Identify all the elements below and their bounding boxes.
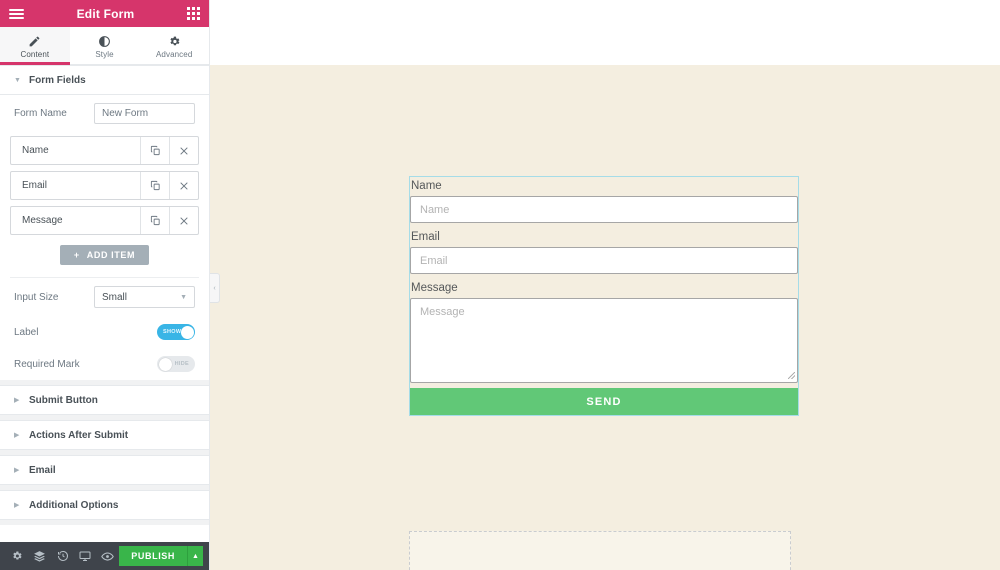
copy-icon[interactable] <box>140 137 169 164</box>
pencil-icon <box>28 35 41 48</box>
textarea-wrap <box>410 298 798 383</box>
label-toggle-switch[interactable]: SHOW <box>157 324 195 340</box>
toggle-knob <box>158 357 172 371</box>
panel-body: ▼ Form Fields Form Name Name <box>0 65 209 542</box>
chevron-right-icon: ▶ <box>14 502 20 509</box>
copy-icon[interactable] <box>140 172 169 199</box>
publish-group: PUBLISH ▲ <box>119 546 203 566</box>
label-toggle-state: SHOW <box>163 329 182 335</box>
panel-collapse-toggle[interactable]: ‹ <box>210 273 220 303</box>
canvas-content-area: Name Email Message SEND <box>210 65 1000 570</box>
input-size-value: Small <box>102 291 128 303</box>
publish-options-caret-icon[interactable]: ▲ <box>187 546 203 566</box>
message-textarea[interactable] <box>410 298 798 383</box>
panel-title: Edit Form <box>76 6 135 21</box>
section-actions-after-submit-label: Actions After Submit <box>29 429 129 441</box>
input-size-row: Input Size Small ▼ <box>0 278 209 316</box>
preview-eye-icon[interactable] <box>97 542 120 570</box>
field-label: Email <box>411 231 440 243</box>
editor-panel: Edit Form Content Style Advanced ▼ Form … <box>0 0 210 570</box>
publish-button[interactable]: PUBLISH <box>119 546 187 566</box>
input-size-select[interactable]: Small ▼ <box>94 286 195 308</box>
responsive-monitor-icon[interactable] <box>74 542 97 570</box>
section-email-label: Email <box>29 464 56 476</box>
canvas-header-area <box>210 0 1000 65</box>
section-form-fields-label: Form Fields <box>29 74 86 86</box>
close-x-icon[interactable] <box>169 172 198 199</box>
fields-repeater: Name Email Message <box>0 132 209 235</box>
section-additional-options[interactable]: ▶ Additional Options <box>0 490 209 520</box>
add-item-wrap: + ADD ITEM <box>0 241 209 277</box>
label-toggle-label: Label <box>14 326 39 338</box>
chevron-down-icon: ▼ <box>14 76 21 84</box>
form-field-group: Email <box>410 228 798 274</box>
section-email[interactable]: ▶ Email <box>0 455 209 485</box>
send-button[interactable]: SEND <box>410 388 798 415</box>
chevron-down-icon: ▼ <box>180 293 187 301</box>
form-name-input[interactable] <box>94 103 195 124</box>
panel-tabs: Content Style Advanced <box>0 27 209 65</box>
form-name-row: Form Name <box>0 95 209 132</box>
section-submit-button-label: Submit Button <box>29 394 98 406</box>
add-item-button[interactable]: + ADD ITEM <box>59 245 150 265</box>
form-widget[interactable]: Name Email Message SEND <box>409 176 799 416</box>
repeater-row[interactable]: Email <box>10 171 199 200</box>
section-submit-button[interactable]: ▶ Submit Button <box>0 385 209 415</box>
contrast-half-circle-icon <box>98 35 111 48</box>
settings-gear-icon[interactable] <box>6 542 29 570</box>
history-clock-icon[interactable] <box>51 542 74 570</box>
elementor-editor: Edit Form Content Style Advanced ▼ Form … <box>0 0 1000 570</box>
field-label: Name <box>411 180 442 192</box>
tab-content[interactable]: Content <box>0 27 70 65</box>
hamburger-menu-icon[interactable] <box>9 8 24 19</box>
tab-content-label: Content <box>20 49 50 59</box>
label-toggle-row: Label SHOW <box>0 316 209 348</box>
tab-advanced-label: Advanced <box>155 49 193 59</box>
chevron-right-icon: ▶ <box>14 397 20 404</box>
field-name-label: Message <box>22 215 63 226</box>
add-section-controls: + ▦ <box>409 531 791 570</box>
tab-style[interactable]: Style <box>70 27 140 64</box>
section-additional-options-label: Additional Options <box>29 499 119 511</box>
tab-advanced[interactable]: Advanced <box>139 27 209 64</box>
add-item-label: ADD ITEM <box>86 250 136 260</box>
section-actions-after-submit[interactable]: ▶ Actions After Submit <box>0 420 209 450</box>
close-x-icon[interactable] <box>169 137 198 164</box>
email-input[interactable] <box>410 247 798 274</box>
field-name-label: Email <box>22 180 48 191</box>
canvas-preview: Name Email Message SEND <box>210 0 1000 570</box>
navigator-layers-icon[interactable] <box>29 542 52 570</box>
section-form-fields[interactable]: ▼ Form Fields <box>0 65 209 95</box>
gear-icon <box>168 35 181 48</box>
required-mark-switch[interactable]: HIDE <box>157 356 195 372</box>
required-mark-row: Required Mark HIDE <box>0 348 209 380</box>
field-label: Message <box>411 282 458 294</box>
required-mark-state: HIDE <box>174 361 189 367</box>
copy-icon[interactable] <box>140 207 169 234</box>
name-input[interactable] <box>410 196 798 223</box>
tab-style-label: Style <box>95 49 114 59</box>
plus-icon: + <box>73 250 80 260</box>
repeater-row[interactable]: Message <box>10 206 199 235</box>
toggle-knob <box>180 325 194 339</box>
input-size-label: Input Size <box>14 291 59 303</box>
form-name-label: Form Name <box>14 108 67 119</box>
chevron-right-icon: ▶ <box>14 432 20 439</box>
field-name-label: Name <box>22 145 49 156</box>
repeater-row[interactable]: Name <box>10 136 199 165</box>
panel-footer: PUBLISH ▲ <box>0 542 209 570</box>
grid-widgets-icon[interactable] <box>187 7 200 20</box>
form-field-group: Name <box>410 177 798 223</box>
close-x-icon[interactable] <box>169 207 198 234</box>
form-field-group: Message <box>410 279 798 383</box>
chevron-right-icon: ▶ <box>14 467 20 474</box>
section-gap <box>0 520 209 525</box>
required-mark-label: Required Mark <box>14 358 80 370</box>
panel-header: Edit Form <box>0 0 209 27</box>
